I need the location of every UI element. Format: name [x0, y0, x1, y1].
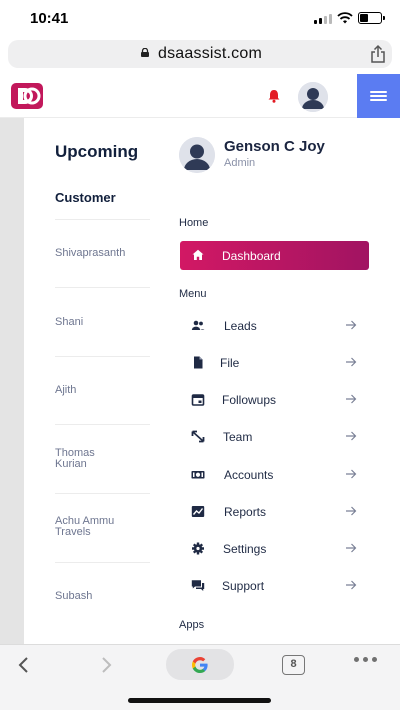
section-label-menu: Menu: [179, 288, 207, 300]
row-divider: [55, 424, 150, 425]
nav-item-label: Settings: [223, 542, 267, 556]
chat-icon: [191, 580, 205, 591]
user-name: Genson C Joy: [224, 138, 325, 155]
battery-icon: [358, 12, 385, 24]
section-label-apps: Apps: [179, 619, 205, 631]
user-avatar-icon: [298, 82, 328, 112]
arrow-right-icon: [346, 543, 357, 553]
people-icon: [191, 320, 205, 330]
table-row[interactable]: Subash: [55, 591, 150, 602]
nav-item-label: Reports: [224, 505, 267, 519]
table-row[interactable]: Shani: [55, 317, 150, 328]
column-header-customer: Customer: [55, 190, 116, 205]
hamburger-menu-button[interactable]: [357, 74, 400, 118]
more-options-icon[interactable]: [354, 657, 377, 662]
arrow-right-icon: [346, 580, 357, 590]
back-icon[interactable]: [16, 656, 32, 674]
url-bar[interactable]: dsaassist.com: [8, 40, 392, 68]
arrow-right-icon: [346, 357, 357, 367]
google-logo-icon: [192, 656, 208, 673]
arrow-right-icon: [346, 394, 357, 404]
status-bar: 10:41: [0, 0, 400, 36]
table-row[interactable]: Thomas Kurian: [55, 448, 150, 470]
nav-item-file[interactable]: File: [180, 351, 369, 375]
avatar[interactable]: [179, 137, 215, 173]
chart-icon: [191, 506, 205, 517]
page-title: Upcoming: [55, 142, 139, 161]
share-icon[interactable]: [369, 44, 387, 64]
arrow-right-icon: [346, 469, 357, 479]
app-header: [0, 74, 400, 118]
file-icon: [194, 356, 203, 369]
home-icon: [192, 249, 204, 260]
money-icon: [191, 471, 205, 479]
nav-item-label: Leads: [224, 319, 257, 333]
nav-item-label: Team: [223, 430, 253, 444]
nav-item-label: File: [220, 356, 240, 370]
nav-item-reports[interactable]: Reports: [180, 500, 369, 524]
table-row[interactable]: Shivaprasanth: [55, 248, 150, 259]
tab-count: 8: [290, 658, 297, 670]
row-divider: [55, 493, 150, 494]
row-divider: [55, 287, 150, 288]
arrow-right-icon: [346, 506, 357, 516]
nav-item-leads[interactable]: Leads: [180, 314, 369, 338]
app-logo[interactable]: [10, 83, 44, 109]
user-role: Admin: [224, 157, 256, 169]
bell-icon[interactable]: [267, 89, 281, 103]
section-label-home: Home: [179, 217, 209, 229]
nav-item-label: Followups: [222, 393, 277, 407]
nav-item-support[interactable]: Support: [180, 574, 369, 598]
user-avatar-icon: [179, 137, 215, 173]
table-row[interactable]: Ajith: [55, 385, 150, 396]
lock-icon: [141, 48, 149, 57]
nav-item-label: Accounts: [224, 468, 274, 482]
row-divider: [55, 219, 150, 220]
home-indicator: [128, 698, 271, 703]
nav-item-accounts[interactable]: Accounts: [180, 463, 369, 487]
signal-icon: [314, 14, 332, 24]
nav-item-settings[interactable]: Settings: [180, 537, 369, 561]
arrow-right-icon: [346, 431, 357, 441]
upcoming-panel: Upcoming Customer Shivaprasanth Shani Aj…: [24, 118, 150, 644]
nav-item-team[interactable]: Team: [180, 425, 369, 449]
browser-toolbar: 8: [0, 644, 400, 710]
hamburger-icon: [370, 89, 387, 103]
nav-drawer: Genson C Joy Admin Home Dashboard Menu L…: [150, 118, 400, 644]
forward-icon[interactable]: [98, 656, 114, 674]
page-gutter: [0, 118, 24, 644]
arrows-diagonal-icon: [191, 430, 205, 443]
nav-item-label: Dashboard: [222, 249, 281, 263]
gear-icon: [192, 542, 204, 555]
nav-item-label: Support: [222, 579, 265, 593]
tabs-button[interactable]: 8: [282, 655, 305, 675]
row-divider: [55, 562, 150, 563]
arrow-right-icon: [346, 320, 357, 330]
wifi-icon: [337, 12, 353, 24]
nav-item-followups[interactable]: Followups: [180, 388, 369, 412]
url-domain: dsaassist.com: [158, 45, 262, 62]
avatar[interactable]: [298, 82, 328, 112]
row-divider: [55, 356, 150, 357]
nav-item-dashboard[interactable]: Dashboard: [180, 241, 369, 270]
status-time: 10:41: [30, 10, 69, 27]
calendar-icon: [191, 394, 205, 406]
google-search-button[interactable]: [166, 649, 234, 680]
table-row[interactable]: Achu Ammu Travels: [55, 516, 150, 538]
